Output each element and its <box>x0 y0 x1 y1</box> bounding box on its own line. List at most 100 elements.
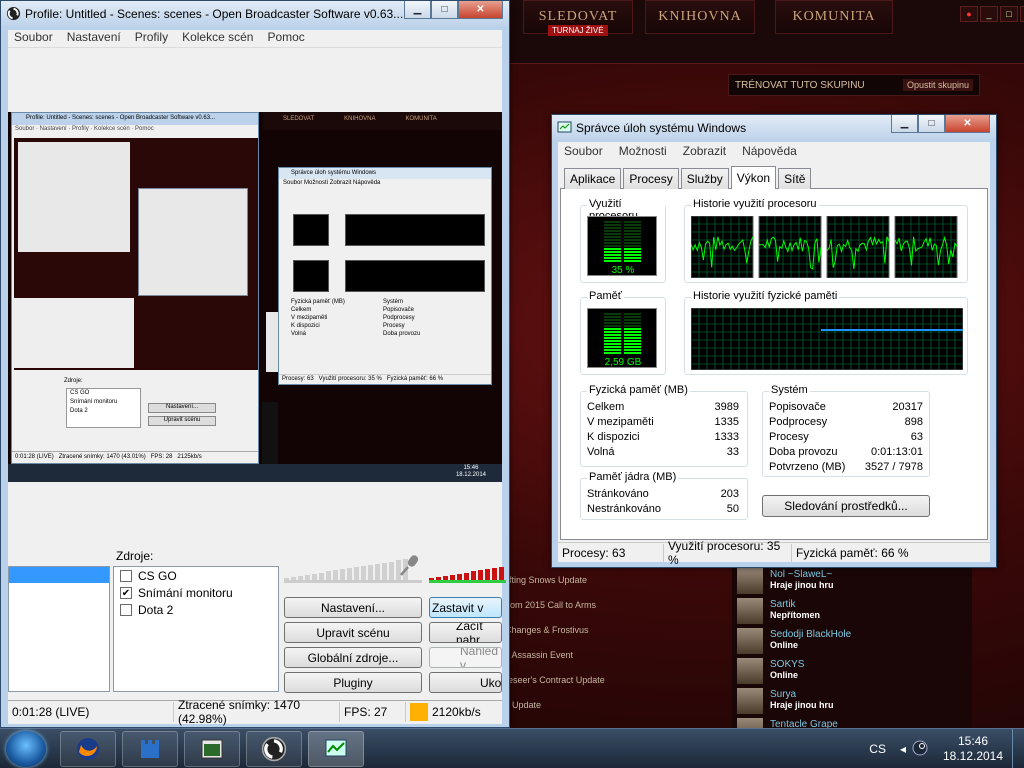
exit-button[interactable]: Ukon <box>429 672 502 693</box>
show-desktop-button[interactable] <box>1012 729 1024 768</box>
news-item[interactable]: k Update <box>505 700 730 725</box>
mic-volume-meter[interactable] <box>429 560 504 582</box>
friend-item[interactable]: Sartik Nepřítomen <box>732 596 972 626</box>
taskmgr-taskbar-icon[interactable] <box>308 731 364 767</box>
close-icon[interactable]: ✕ <box>458 1 503 19</box>
gauge-segment <box>604 251 621 253</box>
start-button[interactable] <box>6 731 46 767</box>
menu-settings[interactable]: Nastavení <box>67 30 121 47</box>
gauge-segment <box>604 227 621 229</box>
steam-notification-icon[interactable]: ● <box>960 6 978 22</box>
gauge-segment <box>604 224 621 226</box>
source-item[interactable]: CS GO <box>114 567 278 584</box>
start-recording-button[interactable]: Začít nahr <box>429 622 502 643</box>
maximize-icon[interactable]: □ <box>1000 6 1018 22</box>
desktop-volume-meter[interactable] <box>284 559 408 582</box>
maximize-icon[interactable]: □ <box>431 1 458 19</box>
stat-label: K dispozici <box>587 431 640 443</box>
source-checkbox[interactable] <box>120 569 132 582</box>
steam-tray-icon[interactable] <box>912 740 928 759</box>
source-checkbox[interactable]: ✔ <box>120 586 132 599</box>
source-item[interactable]: ✔ Snímání monitoru <box>114 584 278 601</box>
menu-options[interactable]: Možnosti <box>619 144 667 162</box>
castle-app-icon[interactable] <box>122 731 178 767</box>
friend-item[interactable]: Sedodji BlackHole Online <box>732 626 972 656</box>
source-item[interactable]: Dota 2 <box>114 601 278 618</box>
news-item[interactable]: Changes & Frostivus <box>505 625 730 650</box>
microphone-icon[interactable] <box>398 553 420 577</box>
gauge-segment <box>624 322 641 324</box>
friend-item[interactable]: SOKYS Online <box>732 656 972 686</box>
menu-profiles[interactable]: Profily <box>135 30 168 47</box>
tray-expand-icon[interactable]: ◂ <box>900 742 906 756</box>
friend-item[interactable]: Nol ~SlaweL~ Hraje jinou hru <box>732 566 972 596</box>
memory-group: Paměť 2,59 GB <box>580 290 666 375</box>
preview-taskmgr-copy: Správce úloh systému Windows Soubor Možn… <box>278 167 492 385</box>
leave-group-button[interactable]: Opustit skupinu <box>902 79 973 91</box>
close-icon[interactable]: ✕ <box>1020 6 1024 22</box>
language-indicator[interactable]: CS <box>869 742 886 756</box>
clock[interactable]: 15:46 18.12.2014 <box>938 734 1008 764</box>
obs-taskbar-icon[interactable] <box>246 731 302 767</box>
stat-value: 203 <box>720 488 739 500</box>
menu-scene-collection[interactable]: Kolekce scén <box>182 30 253 47</box>
stat-value: 3989 <box>714 401 739 413</box>
stat-row: Nestránkováno 50 <box>587 502 739 517</box>
system-title: Systém <box>769 384 810 396</box>
steam-nav-library[interactable]: KNIHOVNA <box>645 0 755 34</box>
minimize-icon[interactable]: ▁ <box>891 115 918 133</box>
stat-label: V mezipaměti <box>587 416 654 428</box>
stat-label: Popisovače <box>769 401 826 413</box>
tab-processes[interactable]: Procesy <box>623 168 679 189</box>
selected-scene[interactable] <box>9 567 109 583</box>
stop-stream-button[interactable]: Zastavit v <box>429 597 502 618</box>
obs-status-bar: 0:01:28 (LIVE) Ztracené snímky: 1470 (42… <box>8 698 502 726</box>
friend-name: SOKYS <box>770 659 805 670</box>
edit-scene-button[interactable]: Upravit scénu <box>284 622 422 643</box>
menu-view[interactable]: Zobrazit <box>683 144 726 162</box>
global-sources-button[interactable]: Globální zdroje... <box>284 647 422 668</box>
fps-counter: FPS: 27 <box>340 701 406 722</box>
friend-item[interactable]: Surya Hraje jinou hru <box>732 686 972 716</box>
obs-preview[interactable]: Profile: Untitled - Scenes: scenes - Ope… <box>8 112 502 482</box>
friend-name: Nol ~SlaweL~ <box>770 569 833 580</box>
steam-window-icon[interactable] <box>184 731 240 767</box>
cpu-usage-status: Využití procesoru: 35 % <box>664 539 792 567</box>
scene-list[interactable] <box>8 566 110 692</box>
menu-file[interactable]: Soubor <box>564 144 603 162</box>
bitrate-value: 2120kb/s <box>432 704 481 719</box>
gauge-segment <box>604 319 621 321</box>
source-checkbox[interactable] <box>120 603 132 616</box>
news-item[interactable]: lifting Snows Update <box>505 575 730 600</box>
minimize-icon[interactable]: _ <box>980 6 998 22</box>
close-icon[interactable]: ✕ <box>945 115 990 133</box>
resource-monitor-button[interactable]: Sledování prostředků... <box>762 495 930 517</box>
tab-network[interactable]: Sítě <box>778 168 812 189</box>
menu-help[interactable]: Pomoc <box>267 30 304 47</box>
stat-row: Stránkováno 203 <box>587 487 739 502</box>
news-item[interactable]: s Assassin Event <box>505 650 730 675</box>
gauge-segment <box>604 257 621 259</box>
avatar <box>737 658 763 684</box>
steam-news-list: lifting Snows Update oom 2015 Call to Ar… <box>505 575 730 725</box>
settings-button[interactable]: Nastavení... <box>284 597 422 618</box>
tab-performance[interactable]: Výkon <box>730 166 777 189</box>
tab-applications[interactable]: Aplikace <box>564 168 622 189</box>
preview-button[interactable]: Náhled v <box>429 647 502 668</box>
clock-date: 18.12.2014 <box>942 749 1004 763</box>
gauge-segment <box>604 236 621 238</box>
news-item[interactable]: oom 2015 Call to Arms <box>505 600 730 625</box>
firefox-icon[interactable] <box>60 731 116 767</box>
menu-file[interactable]: Soubor <box>14 30 53 47</box>
minimize-icon[interactable]: ▁ <box>404 1 431 19</box>
plugins-button[interactable]: Pluginy <box>284 672 422 693</box>
menu-help[interactable]: Nápověda <box>742 144 797 162</box>
avatar <box>737 688 763 714</box>
stat-label: Stránkováno <box>587 488 649 500</box>
news-item[interactable]: reseer's Contract Update <box>505 675 730 700</box>
steam-nav-community[interactable]: KOMUNITA <box>775 0 893 34</box>
tab-services[interactable]: Služby <box>680 168 729 189</box>
maximize-icon[interactable]: □ <box>918 115 945 133</box>
source-list[interactable]: CS GO ✔ Snímání monitoru Dota 2 <box>113 566 279 692</box>
gauge-segment <box>604 316 621 318</box>
